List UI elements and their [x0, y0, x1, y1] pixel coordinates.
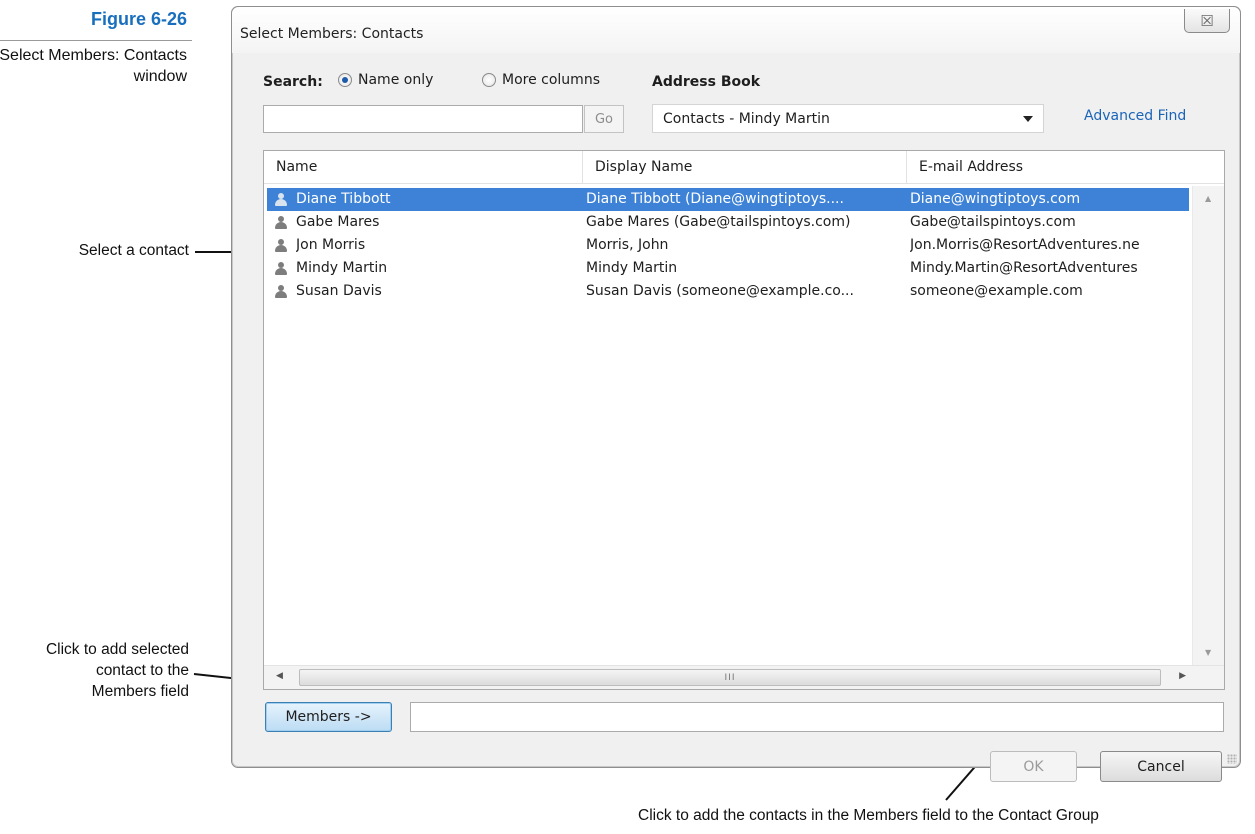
members-button[interactable]: Members -> — [265, 702, 392, 732]
cell-email: Gabe@tailspintoys.com — [910, 214, 1076, 230]
cell-display-name: Mindy Martin — [586, 260, 678, 276]
close-icon: ☒ — [1200, 11, 1214, 30]
cell-display-name: Diane Tibbott (Diane@wingtiptoys.... — [586, 191, 844, 207]
close-button[interactable]: ☒ — [1184, 9, 1230, 33]
table-row[interactable]: Gabe Mares Gabe Mares (Gabe@tailspintoys… — [264, 211, 1224, 234]
cell-email: Jon.Morris@ResortAdventures.ne — [910, 237, 1140, 253]
vertical-scrollbar[interactable]: ▲ ▼ — [1192, 186, 1224, 665]
scroll-left-icon[interactable]: ◀ — [276, 671, 283, 681]
scroll-up-icon[interactable]: ▲ — [1205, 194, 1211, 203]
radio-more-columns[interactable]: More columns — [482, 72, 600, 88]
table-row[interactable]: Susan Davis Susan Davis (someone@example… — [264, 280, 1224, 303]
cell-name: Susan Davis — [296, 283, 382, 299]
contact-rows: Diane Tibbott Diane Tibbott (Diane@wingt… — [264, 188, 1224, 303]
dialog-title: Select Members: Contacts — [240, 26, 424, 42]
cell-display-name: Gabe Mares (Gabe@tailspintoys.com) — [586, 214, 851, 230]
contact-list[interactable]: Name Display Name E-mail Address Diane T… — [263, 150, 1225, 690]
address-book-select[interactable]: Contacts - Mindy Martin — [652, 104, 1044, 133]
scrollbar-thumb[interactable]: III — [299, 669, 1161, 686]
table-row[interactable]: Diane Tibbott Diane Tibbott (Diane@wingt… — [267, 188, 1189, 211]
members-field[interactable] — [410, 702, 1224, 732]
cell-name: Diane Tibbott — [296, 191, 391, 207]
go-button[interactable]: Go — [584, 105, 624, 133]
contact-person-icon — [275, 262, 287, 276]
cell-name: Jon Morris — [296, 237, 366, 253]
column-header-name[interactable]: Name — [264, 151, 582, 184]
scroll-down-icon[interactable]: ▼ — [1205, 648, 1211, 657]
radio-unselected-icon — [482, 73, 496, 87]
contact-person-icon — [275, 239, 287, 253]
radio-name-only-label: Name only — [358, 72, 434, 88]
cell-email: Mindy.Martin@ResortAdventures — [910, 260, 1138, 276]
dialog-title-bar[interactable]: Select Members: Contacts ☒ — [232, 7, 1240, 53]
dialog-content: Search: Name only More columns Address B… — [232, 53, 1240, 782]
table-row[interactable]: Mindy Martin Mindy Martin Mindy.Martin@R… — [264, 257, 1224, 280]
scroll-right-icon[interactable]: ▶ — [1179, 671, 1186, 681]
search-input[interactable] — [263, 105, 583, 133]
callout-ok-note: Click to add the contacts in the Members… — [638, 807, 1099, 824]
list-header: Name Display Name E-mail Address — [264, 151, 1224, 184]
address-book-selected: Contacts - Mindy Martin — [663, 110, 830, 127]
cell-name: Gabe Mares — [296, 214, 380, 230]
cell-email: Diane@wingtiptoys.com — [910, 191, 1081, 207]
advanced-find-link[interactable]: Advanced Find — [1084, 108, 1186, 124]
scroll-grip-icon: III — [724, 672, 736, 683]
column-header-email[interactable]: E-mail Address — [906, 151, 1226, 184]
contact-person-icon — [275, 216, 287, 230]
radio-more-columns-label: More columns — [502, 72, 600, 88]
resize-grip-icon[interactable] — [1227, 754, 1237, 764]
search-label: Search: — [263, 74, 323, 90]
cell-display-name: Susan Davis (someone@example.co... — [586, 283, 854, 299]
radio-selected-icon — [338, 73, 352, 87]
cell-name: Mindy Martin — [296, 260, 388, 276]
address-book-label: Address Book — [652, 74, 761, 90]
table-row[interactable]: Jon Morris Morris, John Jon.Morris@Resor… — [264, 234, 1224, 257]
horizontal-scrollbar[interactable]: ◀ III ▶ — [264, 665, 1224, 689]
select-members-dialog: Select Members: Contacts ☒ Search: Name … — [231, 6, 1241, 782]
chevron-down-icon — [1023, 116, 1033, 122]
ok-button[interactable]: OK — [990, 751, 1077, 782]
column-header-display-name[interactable]: Display Name — [582, 151, 900, 184]
radio-name-only[interactable]: Name only — [338, 72, 433, 88]
cell-email: someone@example.com — [910, 283, 1083, 299]
contact-person-icon — [275, 285, 287, 299]
contact-person-icon — [275, 193, 287, 207]
cancel-button[interactable]: Cancel — [1100, 751, 1222, 782]
cell-display-name: Morris, John — [586, 237, 669, 253]
